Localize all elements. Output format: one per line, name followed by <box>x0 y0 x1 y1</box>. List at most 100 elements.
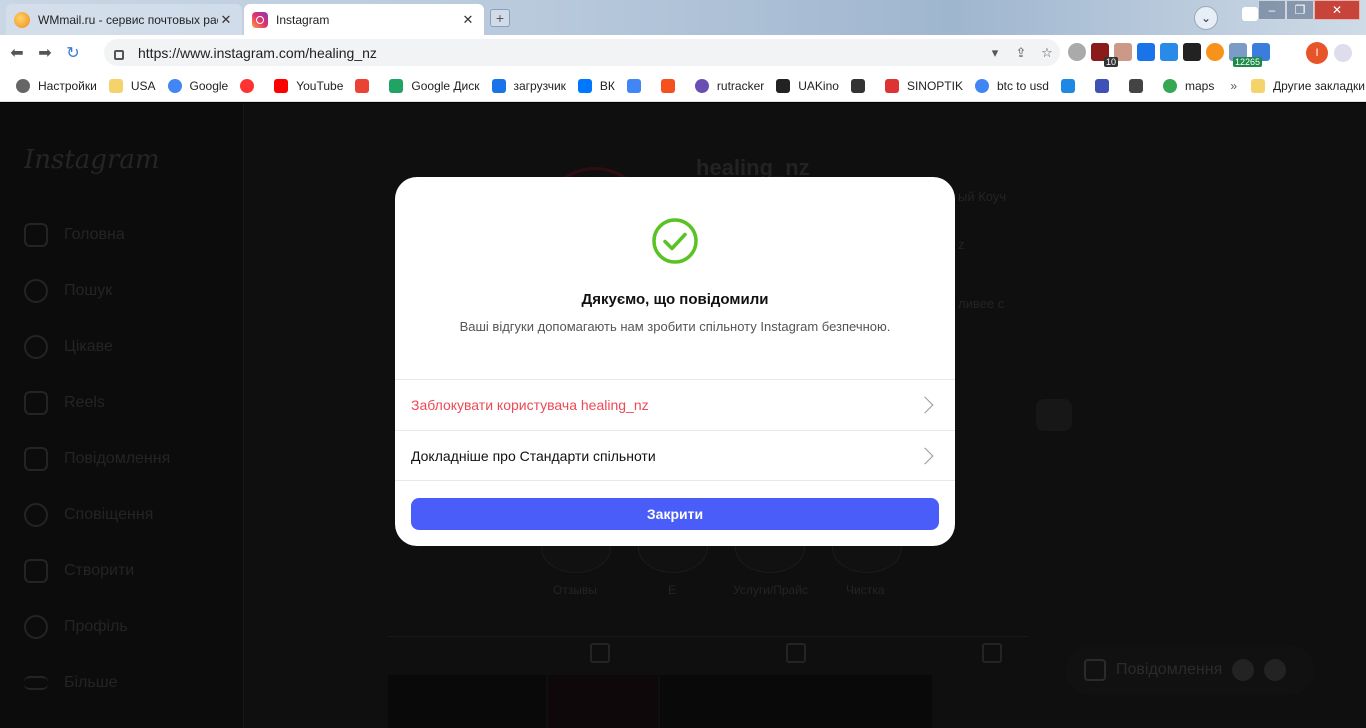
infinity-icon <box>491 78 506 93</box>
bookmark-label: Другие закладки <box>1273 78 1365 93</box>
bookmark-chess[interactable] <box>850 78 873 93</box>
translate-icon <box>626 78 641 93</box>
v-extension-icon[interactable] <box>1137 43 1155 61</box>
bookmark-label: загрузчик <box>513 78 566 93</box>
youtube-icon <box>274 78 289 93</box>
bookmark-rutracker[interactable]: rutracker <box>694 78 764 93</box>
bitcoin-extension-icon[interactable] <box>1206 43 1224 61</box>
bookmark-other-folder[interactable]: Другие закладки <box>1251 78 1365 93</box>
dropdown-arrow-icon[interactable]: ▾ <box>982 45 1008 61</box>
block-user-label: Заблокувати користувача healing_nz <box>411 397 649 413</box>
bookmark-label: ВК <box>599 78 615 93</box>
community-standards-option[interactable]: Докладніше про Стандарти спільноти <box>395 430 955 481</box>
bookmark-label: maps <box>1184 78 1215 93</box>
new-tab-button[interactable]: + <box>490 9 510 27</box>
more-bookmarks-button[interactable]: » <box>1230 79 1237 93</box>
dialog-title: Дякуємо, що повідомили <box>581 291 769 308</box>
bookmark-settings[interactable]: Настройки <box>16 78 97 93</box>
maximize-button[interactable]: ❐ <box>1286 0 1314 20</box>
arrow-icon <box>1094 78 1109 93</box>
bookmark-gmail[interactable] <box>355 78 377 93</box>
bookmark-vk[interactable]: ВК <box>577 78 615 93</box>
tab-wmmail[interactable]: WMmail.ru - сервис почтовых рас ✕ <box>6 4 242 35</box>
bookmark-loader[interactable]: загрузчик <box>491 78 566 93</box>
chevron-right-icon <box>916 447 934 464</box>
yandex-icon <box>240 78 255 93</box>
address-bar[interactable]: https://www.instagram.com/healing_nz ▾ ⇪… <box>104 39 1060 66</box>
bookmark-translate[interactable] <box>626 78 649 93</box>
minimize-button[interactable]: – <box>1258 0 1286 20</box>
bookmark-bc[interactable] <box>1128 78 1151 93</box>
browser-menu-icon[interactable] <box>1334 44 1352 62</box>
community-standards-label: Докладніше про Стандарти спільноти <box>411 447 656 464</box>
coin-badge: 12265 <box>1233 57 1263 67</box>
f-icon <box>660 78 675 93</box>
folder-icon <box>108 78 123 93</box>
instagram-favicon-icon <box>252 11 268 28</box>
tab-close-icon[interactable]: ✕ <box>460 12 476 28</box>
google-icon <box>167 78 182 93</box>
google-icon <box>974 78 989 93</box>
check-circle-icon <box>652 218 698 264</box>
counter-badge: 10 <box>1104 57 1119 67</box>
forward-arrow-icon[interactable]: ➡ <box>34 43 56 63</box>
bc-icon <box>1128 78 1143 93</box>
wmmail-favicon-icon <box>14 11 30 28</box>
bookmark-yandex[interactable] <box>240 78 262 93</box>
url-text: https://www.instagram.com/healing_nz <box>138 44 377 61</box>
bookmark-label: Google Диск <box>411 78 480 93</box>
chevron-right-icon <box>916 396 934 414</box>
google-drive-icon <box>389 78 404 93</box>
chess-icon <box>850 78 865 93</box>
profile-avatar[interactable]: I <box>1306 42 1328 64</box>
close-button[interactable]: Закрити <box>411 498 939 530</box>
bookmark-label: USA <box>130 78 156 93</box>
download-extension-icon[interactable] <box>1160 43 1178 61</box>
report-confirmation-dialog: Дякуємо, що повідомили Ваші відгуки допо… <box>395 177 955 546</box>
p-icon <box>1060 78 1075 93</box>
browser-toolbar: ⬅ ➡ ↻ https://www.instagram.com/healing_… <box>0 35 1366 70</box>
bookmark-label: btc to usd <box>996 78 1049 93</box>
rutracker-icon <box>694 78 709 93</box>
bookmark-label: YouTube <box>296 78 344 93</box>
terminal-extension-icon[interactable] <box>1183 43 1201 61</box>
gmail-icon <box>355 78 370 93</box>
share-icon[interactable]: ⇪ <box>1008 45 1034 61</box>
bookmark-google-drive[interactable]: Google Диск <box>389 78 480 93</box>
bookmark-label: Настройки <box>38 78 97 93</box>
folder-icon <box>1251 78 1266 93</box>
bookmark-arrow[interactable] <box>1094 78 1117 93</box>
window-controls: – ❐ ✕ <box>1258 0 1360 20</box>
bookmark-label: SINOPTIK <box>906 78 963 93</box>
bookmark-sinoptik[interactable]: SINOPTIK <box>884 78 963 93</box>
bookmarks-bar: Настройки USA Google YouTube Google Диск… <box>0 70 1366 102</box>
dialog-subtitle: Ваші відгуки допомагають нам зробити спі… <box>459 319 891 334</box>
map-pin-icon <box>1162 78 1177 93</box>
tab-title: WMmail.ru - сервис почтовых рас <box>38 12 218 27</box>
thermometer-icon <box>884 78 899 93</box>
tab-instagram[interactable]: Instagram ✕ <box>244 4 484 35</box>
bookmark-maps[interactable]: maps <box>1162 78 1215 93</box>
reload-icon[interactable]: ↻ <box>62 43 84 63</box>
bookmark-uakino[interactable]: UAKino <box>776 78 839 93</box>
bookmark-youtube[interactable]: YouTube <box>274 78 344 93</box>
lock-icon[interactable] <box>114 49 124 60</box>
bookmark-btc[interactable]: btc to usd <box>974 78 1049 93</box>
bookmark-label: Google <box>189 78 229 93</box>
back-arrow-icon[interactable]: ⬅ <box>6 43 28 63</box>
theme-shirt-icon[interactable] <box>1242 7 1258 21</box>
block-user-option[interactable]: Заблокувати користувача healing_nz <box>395 379 955 430</box>
bookmark-google[interactable]: Google <box>167 78 229 93</box>
gear-icon <box>16 78 30 93</box>
bookmark-p[interactable] <box>1060 78 1083 93</box>
chevron-down-icon[interactable]: ⌄ <box>1194 6 1218 30</box>
bookmark-usa[interactable]: USA <box>108 78 156 93</box>
bookmark-label: UAKino <box>798 78 839 93</box>
vk-icon <box>577 78 592 93</box>
window-close-button[interactable]: ✕ <box>1314 0 1360 20</box>
bookmark-star-icon[interactable]: ☆ <box>1034 45 1060 61</box>
browser-tab-bar: WMmail.ru - сервис почтовых рас ✕ Instag… <box>0 0 1366 35</box>
bookmark-f[interactable] <box>660 78 683 93</box>
tab-close-icon[interactable]: ✕ <box>218 12 234 28</box>
globe-extension-icon[interactable] <box>1068 43 1086 61</box>
